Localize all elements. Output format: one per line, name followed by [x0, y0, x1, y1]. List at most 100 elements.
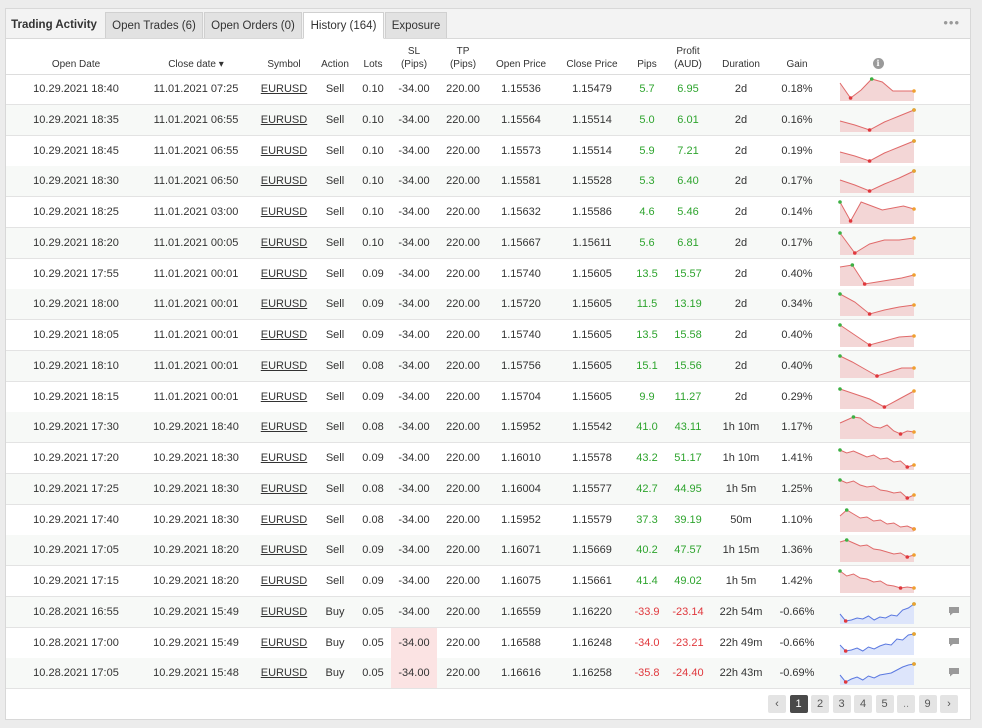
symbol-link[interactable]: EURUSD [258, 136, 310, 166]
symbol-link[interactable]: EURUSD [258, 197, 310, 227]
symbol-link[interactable]: EURUSD [258, 628, 310, 658]
sparkline-high-marker [838, 292, 842, 297]
cell-close: 10.29.2021 15:49 [153, 636, 239, 649]
table-row[interactable]: 10.29.2021 18:40 11.01.2021 07:25 EURUSD Se… [6, 74, 970, 105]
tab-history[interactable]: History (164) [303, 12, 384, 39]
table-row[interactable]: 10.29.2021 18:35 11.01.2021 06:55 EURUSD Se… [6, 104, 970, 136]
more-options-icon[interactable]: ••• [943, 15, 960, 30]
cell-action: Sell [325, 236, 345, 249]
cell-lots: 0.09 [362, 267, 384, 280]
tab-open-trades[interactable]: Open Trades (6) [105, 12, 203, 38]
col-open-date[interactable]: Open Date [18, 58, 134, 71]
table-row[interactable]: 10.28.2021 16:55 10.29.2021 15:49 EURUSD Bu… [6, 596, 970, 628]
cell-sl: -34.00 [398, 83, 430, 95]
cell-duration: 22h 54m [719, 605, 763, 618]
pagination-next-button[interactable]: › [940, 695, 958, 713]
cell-open: 10.29.2021 17:55 [33, 267, 119, 280]
sparkline-high-marker [838, 477, 842, 482]
sparkline-low-marker [875, 373, 879, 378]
symbol-link[interactable]: EURUSD [258, 505, 310, 535]
symbol-link[interactable]: EURUSD [258, 382, 310, 412]
cell-sl: -34.00 [398, 113, 430, 126]
symbol-link[interactable]: EURUSD [258, 289, 310, 319]
table-row[interactable]: 10.29.2021 18:15 11.01.2021 00:01 EURUSD Se… [6, 382, 970, 413]
pagination-page-2[interactable]: 2 [811, 695, 829, 713]
table-row[interactable]: 10.29.2021 17:55 11.01.2021 00:01 EURUSD Se… [6, 259, 970, 290]
table-row[interactable]: 10.29.2021 18:30 11.01.2021 06:50 EURUSD Se… [6, 166, 970, 198]
cell-open-price: 1.15740 [501, 329, 541, 341]
symbol-link[interactable]: EURUSD [258, 320, 310, 350]
symbol-link[interactable]: EURUSD [258, 658, 310, 688]
symbol-link[interactable]: EURUSD [258, 351, 310, 381]
table-row[interactable]: 10.29.2021 17:40 10.29.2021 18:30 EURUSD Se… [6, 505, 970, 536]
col-close-price[interactable]: Close Price [562, 58, 622, 71]
col-sl[interactable]: SL (Pips) [391, 45, 437, 71]
trade-sparkline [838, 200, 916, 224]
comment-icon[interactable] [948, 667, 960, 677]
cell-duration: 2d [734, 83, 748, 95]
cell-open: 10.29.2021 17:05 [33, 544, 119, 557]
symbol-link[interactable]: EURUSD [258, 166, 310, 196]
table-row[interactable]: 10.29.2021 17:30 10.29.2021 18:40 EURUSD Se… [6, 412, 970, 444]
symbol-link[interactable]: EURUSD [258, 443, 310, 473]
col-open-price[interactable]: Open Price [491, 58, 551, 71]
pagination-page-3[interactable]: 3 [832, 695, 851, 713]
pagination-prev-button[interactable]: ‹ [768, 695, 786, 713]
sparkline-low-marker [843, 680, 848, 685]
sparkline-end-marker [912, 365, 916, 370]
comment-icon[interactable] [948, 637, 960, 647]
cell-close: 11.01.2021 06:55 [153, 144, 239, 157]
table-row[interactable]: 10.29.2021 18:20 11.01.2021 00:05 EURUSD Se… [6, 227, 970, 259]
col-profit[interactable]: Profit (AUD) [668, 45, 708, 71]
table-row[interactable]: 10.29.2021 18:45 11.01.2021 06:55 EURUSD Se… [6, 136, 970, 167]
table-row[interactable]: 10.29.2021 18:25 11.01.2021 03:00 EURUSD Se… [6, 197, 970, 228]
col-tp[interactable]: TP (Pips) [440, 45, 486, 71]
cell-tp: 220.00 [446, 452, 480, 464]
table-row[interactable]: 10.29.2021 18:00 11.01.2021 00:01 EURUSD Se… [6, 289, 970, 321]
symbol-link[interactable]: EURUSD [258, 228, 310, 258]
cell-pips: -34.0 [634, 636, 660, 649]
table-row[interactable]: 10.29.2021 17:25 10.29.2021 18:30 EURUSD Se… [6, 473, 970, 505]
pagination-page-5[interactable]: 5 [875, 695, 894, 713]
sparkline-low-marker [867, 312, 872, 317]
cell-tp: 220.00 [446, 636, 480, 649]
cell-action: Sell [325, 390, 345, 403]
cell-pips: 9.9 [639, 390, 655, 403]
trade-sparkline [839, 107, 916, 132]
tab-exposure[interactable]: Exposure [385, 12, 447, 38]
col-gain[interactable]: Gain [776, 58, 818, 71]
info-icon[interactable]: i [872, 58, 884, 69]
symbol-link[interactable]: EURUSD [258, 597, 310, 627]
col-close-date[interactable]: Close date ▾ [138, 58, 254, 71]
cell-sl: -34.00 [398, 513, 430, 526]
tab-open-orders[interactable]: Open Orders (0) [204, 12, 302, 38]
col-duration[interactable]: Duration [714, 58, 768, 71]
symbol-link[interactable]: EURUSD [258, 566, 310, 596]
comment-icon[interactable] [948, 606, 960, 616]
col-symbol[interactable]: Symbol [258, 58, 310, 71]
table-row[interactable]: 10.29.2021 17:05 10.29.2021 18:20 EURUSD Se… [6, 535, 970, 567]
pagination-page-1[interactable]: 1 [789, 695, 808, 713]
col-lots[interactable]: Lots [358, 58, 388, 71]
cell-tp: 220.00 [446, 113, 480, 126]
symbol-link[interactable]: EURUSD [258, 412, 310, 442]
symbol-link[interactable]: EURUSD [258, 105, 310, 135]
symbol-link[interactable]: EURUSD [258, 474, 310, 504]
table-row[interactable]: 10.28.2021 17:05 10.29.2021 15:48 EURUSD Bu… [6, 658, 970, 690]
pagination-page-4[interactable]: 4 [854, 695, 872, 713]
cell-profit: 15.58 [674, 329, 702, 341]
table-row[interactable]: 10.29.2021 18:05 11.01.2021 00:01 EURUSD Se… [6, 320, 970, 351]
pagination-page-9[interactable]: 9 [918, 695, 937, 713]
table-row[interactable]: 10.29.2021 18:10 11.01.2021 00:01 EURUSD Se… [6, 350, 970, 382]
col-action[interactable]: Action [314, 58, 356, 71]
table-row[interactable]: 10.29.2021 17:20 10.29.2021 18:30 EURUSD Se… [6, 443, 970, 474]
col-pips[interactable]: Pips [630, 58, 664, 71]
cell-open-price: 1.16004 [501, 482, 541, 495]
symbol-link[interactable]: EURUSD [258, 535, 310, 565]
sparkline-high-marker [844, 538, 849, 543]
table-row[interactable]: 10.28.2021 17:00 10.29.2021 15:49 EURUSD Bu… [6, 627, 970, 659]
table-row[interactable]: 10.29.2021 17:15 10.29.2021 18:20 EURUSD Se… [6, 566, 970, 597]
symbol-link[interactable]: EURUSD [258, 74, 310, 104]
symbol-link[interactable]: EURUSD [258, 259, 310, 289]
col-info[interactable]: i [868, 57, 888, 70]
